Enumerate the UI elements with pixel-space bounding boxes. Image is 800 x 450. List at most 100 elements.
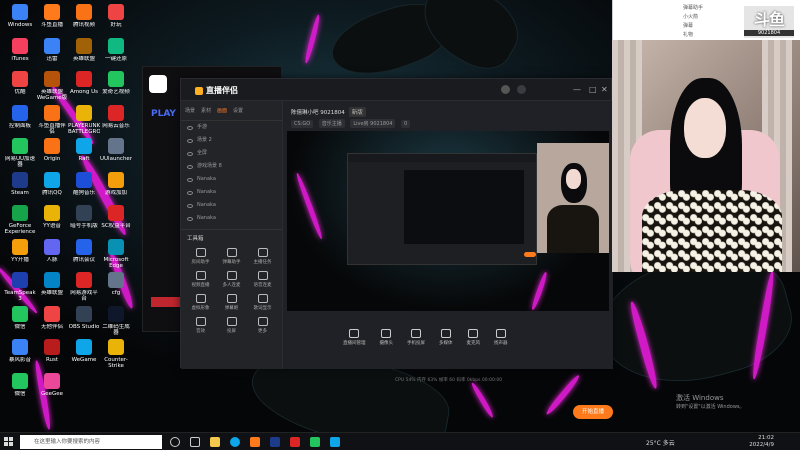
tab-screen[interactable]: 画面 bbox=[217, 107, 227, 114]
desktop-icon[interactable]: 暴风影音 bbox=[4, 339, 36, 369]
file-explorer-icon[interactable] bbox=[210, 437, 220, 447]
bottom-tool[interactable]: 直播间管理 bbox=[343, 328, 366, 346]
desktop-icon[interactable]: 网易云音乐 bbox=[100, 104, 132, 135]
desktop-icon[interactable]: 网易游戏平台 bbox=[68, 272, 100, 302]
stream-preview[interactable] bbox=[287, 131, 609, 311]
desktop-icon[interactable]: Among Us bbox=[68, 71, 100, 101]
desktop-icon[interactable]: 一键还原 bbox=[100, 37, 132, 68]
eye-icon[interactable] bbox=[187, 138, 193, 143]
steam-taskbar-icon[interactable] bbox=[270, 437, 280, 447]
desktop-icon[interactable]: 英雄联盟 bbox=[68, 37, 100, 68]
maximize-icon[interactable]: □ bbox=[589, 85, 597, 94]
tool-item[interactable]: 房间助手 bbox=[185, 248, 216, 265]
desktop-icon[interactable]: 斗鱼直播 bbox=[36, 4, 68, 34]
start-live-button[interactable]: 开始直播 bbox=[573, 405, 613, 419]
desktop-icon[interactable]: 英雄联盟 bbox=[36, 272, 68, 302]
desktop-icon[interactable]: PLAYERUNKNOWN'S BATTLEGROUNDS bbox=[68, 104, 100, 135]
task-view-icon[interactable] bbox=[190, 437, 200, 447]
desktop-icon[interactable]: 爱奇艺视频 bbox=[100, 71, 132, 101]
desktop-icon[interactable]: 网易UU加速器 bbox=[4, 138, 36, 168]
desktop-icon[interactable]: UUlauncher bbox=[100, 138, 132, 168]
desktop-icon[interactable]: Windows bbox=[4, 4, 36, 34]
meta-category[interactable]: CS:GO bbox=[291, 120, 314, 128]
desktop-icon[interactable]: 好玩 bbox=[100, 4, 132, 34]
desktop-icon[interactable]: 酷狗音乐 bbox=[68, 171, 100, 202]
eye-icon[interactable] bbox=[187, 151, 193, 156]
eye-icon[interactable] bbox=[187, 203, 193, 208]
qq-taskbar-icon[interactable] bbox=[330, 437, 340, 447]
desktop-icon[interactable]: iTunes bbox=[4, 37, 36, 68]
netease-music-taskbar-icon[interactable] bbox=[290, 437, 300, 447]
minimize-icon[interactable]: — bbox=[573, 85, 581, 94]
clock[interactable]: 21:02 2022/4/9 bbox=[749, 435, 774, 449]
settings-icon[interactable] bbox=[517, 85, 526, 94]
wechat-taskbar-icon[interactable] bbox=[310, 437, 320, 447]
desktop-icon[interactable]: 微信 bbox=[4, 305, 36, 336]
live-companion-window[interactable]: 直播伴侣 — □ ✕ 场景 素材 画面 设置 手游 场景 2 全屏 游戏场景 8 Nan… bbox=[180, 78, 613, 419]
windows-start-icon[interactable] bbox=[4, 437, 14, 447]
desktop-icon[interactable]: 斗鱼直播伴侣 bbox=[36, 104, 68, 135]
tool-item[interactable]: 虚拟形象 bbox=[185, 294, 216, 311]
desktop-icon[interactable]: 优酷 bbox=[4, 71, 36, 101]
tab-material[interactable]: 素材 bbox=[201, 107, 211, 114]
desktop-icon[interactable]: 微信 bbox=[4, 372, 36, 403]
desktop-icon[interactable]: 控制面板 bbox=[4, 104, 36, 135]
desktop-icon[interactable]: WeGame bbox=[68, 339, 100, 369]
desktop-icon[interactable]: Origin bbox=[36, 138, 68, 168]
bottom-tool[interactable]: 多媒体 bbox=[439, 328, 453, 346]
desktop-icon[interactable]: Steam bbox=[4, 171, 36, 202]
desktop-icon[interactable]: 二维码生成器 bbox=[100, 305, 132, 336]
desktop-icon[interactable]: GeForce Experience bbox=[4, 205, 36, 235]
scene-item[interactable]: Nanaka bbox=[181, 186, 282, 199]
desktop-icon[interactable]: 无他伴侣 bbox=[36, 305, 68, 336]
desktop-icon[interactable]: 腾讯会议 bbox=[68, 238, 100, 269]
tool-item[interactable]: 歌词显示 bbox=[247, 294, 278, 311]
desktop-icon[interactable]: 暗号手机版 bbox=[68, 205, 100, 235]
scene-item[interactable]: Nanaka bbox=[181, 212, 282, 225]
tool-item[interactable]: 音效 bbox=[185, 317, 216, 334]
tool-item[interactable]: 语音连麦 bbox=[247, 271, 278, 288]
tool-item[interactable]: 弹幕助手 bbox=[216, 248, 247, 265]
desktop-icon[interactable]: Microsoft Edge bbox=[100, 238, 132, 269]
desktop-icon[interactable]: YY开播 bbox=[4, 238, 36, 269]
avatar-icon[interactable] bbox=[501, 85, 510, 94]
meta-type[interactable]: 音乐主播 bbox=[318, 119, 345, 128]
tool-item[interactable]: 多人连麦 bbox=[216, 271, 247, 288]
douyu-companion-taskbar-icon[interactable] bbox=[250, 437, 260, 447]
bottom-tool[interactable]: 摄像头 bbox=[380, 328, 393, 346]
desktop-icon[interactable]: SC权益平台 bbox=[100, 205, 132, 235]
bottom-tool[interactable]: 扬声器 bbox=[494, 328, 508, 346]
desktop-icon[interactable]: 人脉 bbox=[36, 238, 68, 269]
bottom-tool[interactable]: 麦克风 bbox=[467, 328, 480, 346]
desktop-icon[interactable]: GeeGee bbox=[36, 372, 68, 403]
desktop-icon[interactable]: Rust bbox=[36, 339, 68, 369]
eye-icon[interactable] bbox=[187, 216, 193, 221]
taskbar-search-input[interactable]: 在这里输入你要搜索的内容 bbox=[20, 435, 162, 449]
weather-widget[interactable]: 25°C 多云 bbox=[646, 438, 675, 447]
scene-item[interactable]: 全屏 bbox=[181, 147, 282, 160]
desktop-icon[interactable]: 英雄联盟WeGame版 bbox=[36, 71, 68, 101]
cortana-icon[interactable] bbox=[170, 437, 180, 447]
eye-icon[interactable] bbox=[187, 190, 193, 195]
scene-item[interactable]: 游戏场景 8 bbox=[181, 160, 282, 173]
scene-item[interactable]: Nanaka bbox=[181, 173, 282, 186]
tab-settings[interactable]: 设置 bbox=[233, 107, 243, 114]
tool-item[interactable]: 更多 bbox=[247, 317, 278, 334]
desktop-icon[interactable]: Counter-Strike Global bbox=[100, 339, 132, 369]
eye-icon[interactable] bbox=[187, 125, 193, 130]
tool-item[interactable]: 视频直播 bbox=[185, 271, 216, 288]
scene-item[interactable]: Nanaka bbox=[181, 199, 282, 212]
edge-icon[interactable] bbox=[230, 437, 240, 447]
desktop-icon[interactable]: 腾讯QQ bbox=[36, 171, 68, 202]
desktop-icon[interactable]: OBS Studio bbox=[68, 305, 100, 336]
scene-item[interactable]: 手游 bbox=[181, 121, 282, 134]
desktop-icon[interactable]: Raft bbox=[68, 138, 100, 168]
desktop-icon[interactable]: 腾讯视频 bbox=[68, 4, 100, 34]
desktop-icon[interactable]: TeamSpeak 3 bbox=[4, 272, 36, 302]
scene-item[interactable]: 场景 2 bbox=[181, 134, 282, 147]
tool-item[interactable]: 投屏 bbox=[216, 317, 247, 334]
tab-scene[interactable]: 场景 bbox=[185, 107, 195, 114]
tool-item[interactable]: 主播任务 bbox=[247, 248, 278, 265]
eye-icon[interactable] bbox=[187, 177, 193, 182]
tool-item[interactable]: 弹幕姬 bbox=[216, 294, 247, 311]
